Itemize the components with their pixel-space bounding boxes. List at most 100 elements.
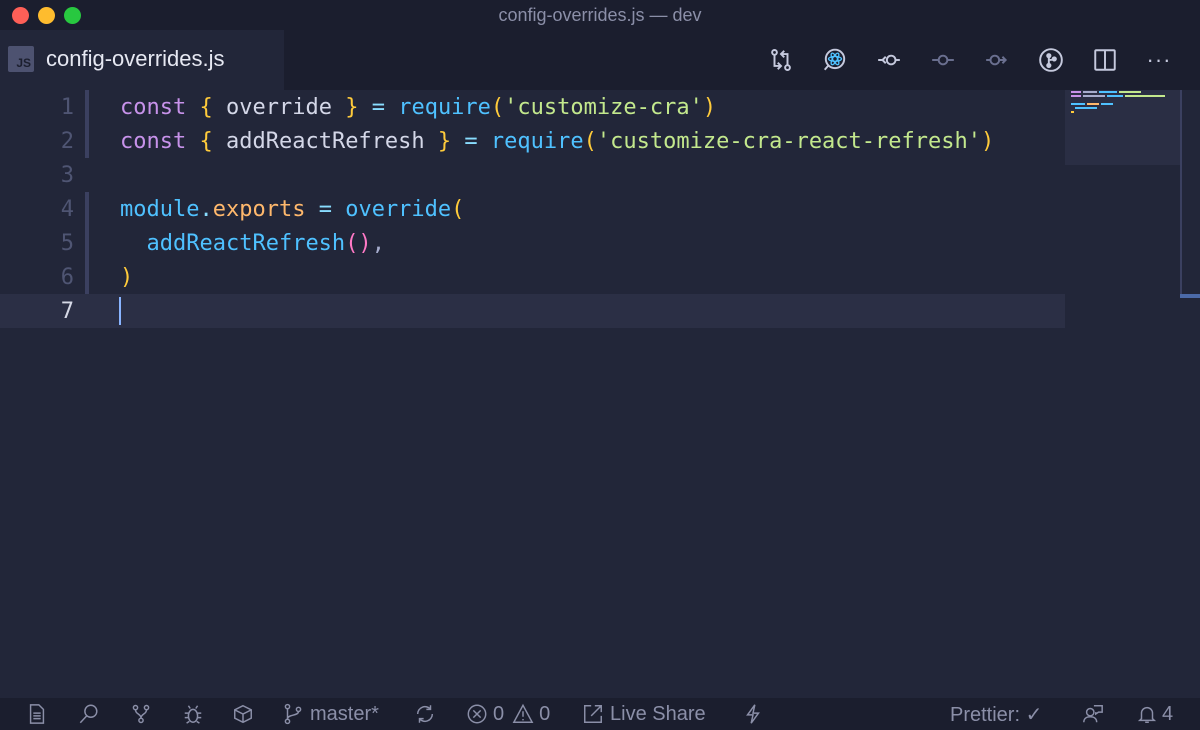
code-line[interactable]: 3: [0, 158, 1065, 192]
js-badge-label: JS: [16, 56, 31, 70]
code-line[interactable]: 2 const { addReactRefresh } = require('c…: [0, 124, 1065, 158]
minimap-line: [1071, 111, 1074, 113]
minimap[interactable]: [1065, 90, 1180, 165]
feedback-button[interactable]: [1082, 698, 1104, 730]
text-cursor: [119, 297, 121, 325]
lightning-icon: [746, 704, 760, 724]
branch-name: master*: [310, 702, 379, 725]
source-control-button[interactable]: [130, 698, 152, 730]
code-text: ): [120, 265, 133, 290]
debug-button[interactable]: [182, 698, 204, 730]
live-share-label: Live Share: [610, 702, 706, 725]
token: {: [186, 128, 226, 154]
token: }: [424, 128, 465, 154]
commit-button[interactable]: [916, 30, 970, 90]
js-file-icon: JS: [8, 46, 34, 72]
editor-actions: ···: [754, 30, 1186, 90]
react-search-button[interactable]: [808, 30, 862, 90]
minimap-line: [1083, 95, 1105, 97]
window-title: config-overrides.js — dev: [498, 4, 702, 25]
previous-commit-button[interactable]: [862, 30, 916, 90]
code-text: module.exports = override(: [120, 197, 464, 222]
error-count: 0: [493, 702, 505, 725]
token: ): [702, 94, 717, 120]
token: 'customize-cra-react-refresh': [596, 128, 981, 154]
token: override: [225, 94, 332, 120]
split-editor-icon: [1094, 49, 1116, 71]
editor[interactable]: 1 const { override } = require('customiz…: [0, 90, 1200, 698]
prettier-label: Prettier: ✓: [950, 703, 1043, 726]
react-search-icon: [823, 48, 846, 71]
more-actions-icon: ···: [1146, 47, 1172, 72]
current-code-line[interactable]: 7: [0, 294, 1065, 328]
token: =: [464, 128, 491, 154]
sync-button[interactable]: [414, 698, 436, 730]
line-number: 4: [60, 196, 74, 222]
file-icon: [29, 704, 45, 724]
token: addReactRefresh: [225, 128, 425, 154]
code-line[interactable]: 5 addReactRefresh(),: [0, 226, 1065, 260]
token: ,: [371, 230, 385, 256]
code-line[interactable]: 6 ): [0, 260, 1065, 294]
token: =: [305, 196, 346, 222]
token: const: [120, 128, 187, 154]
lightning-button[interactable]: [742, 698, 764, 730]
token: require: [398, 94, 491, 120]
minimap-line: [1075, 107, 1097, 109]
title-bar: config-overrides.js — dev: [0, 0, 1200, 30]
maximize-window-button[interactable]: [64, 7, 81, 24]
live-share-button[interactable]: Live Share: [582, 698, 706, 730]
token: .: [199, 196, 213, 222]
token: module: [120, 196, 200, 222]
go-back-commit-icon: [878, 54, 900, 66]
box-icon: [234, 704, 252, 724]
sync-icon: [416, 705, 434, 723]
search-icon: [79, 704, 98, 724]
notifications-button[interactable]: 4: [1136, 698, 1173, 730]
code-text: const { override } = require('customize-…: [120, 95, 716, 120]
minimap-line: [1071, 91, 1081, 93]
minimize-window-button[interactable]: [38, 7, 55, 24]
problems-indicator[interactable]: 0 0: [466, 698, 550, 730]
git-graph-button[interactable]: [1024, 30, 1078, 90]
minimap-line: [1101, 103, 1113, 105]
minimap-line: [1083, 91, 1097, 93]
token: ): [981, 128, 995, 154]
compare-changes-button[interactable]: [754, 30, 808, 90]
scrollbar-track[interactable]: [1180, 90, 1182, 298]
token: 'customize-cra': [504, 94, 703, 120]
warning-count: 0: [539, 702, 551, 725]
token: (: [451, 196, 465, 222]
extensions-button[interactable]: [232, 698, 254, 730]
minimap-line: [1107, 95, 1123, 97]
search-button[interactable]: [78, 698, 100, 730]
go-forward-commit-icon: [986, 54, 1008, 66]
more-actions-button[interactable]: ···: [1132, 30, 1186, 90]
prettier-button[interactable]: Prettier: ✓: [950, 698, 1042, 730]
line-number: 6: [60, 264, 74, 290]
tab-config-overrides[interactable]: JS config-overrides.js: [0, 30, 284, 90]
line-number: 5: [60, 230, 74, 256]
token: require: [490, 128, 584, 154]
line-number: 2: [60, 128, 74, 154]
token: addReactRefresh: [146, 230, 346, 256]
next-commit-button[interactable]: [970, 30, 1024, 90]
code-line[interactable]: 4 module.exports = override(: [0, 192, 1065, 226]
branch-indicator[interactable]: master*: [282, 698, 379, 730]
token: (: [583, 128, 597, 154]
source-control-icon: [132, 704, 150, 724]
close-window-button[interactable]: [12, 7, 29, 24]
minimap-line: [1071, 95, 1081, 97]
warning-icon: [512, 703, 534, 723]
split-editor-button[interactable]: [1078, 30, 1132, 90]
git-graph-icon: [1039, 48, 1063, 72]
explorer-button[interactable]: [26, 698, 48, 730]
code-line[interactable]: 1 const { override } = require('customiz…: [0, 90, 1065, 124]
minimap-line: [1119, 91, 1141, 93]
token: ): [120, 264, 134, 290]
bell-icon: [1137, 706, 1157, 723]
scrollbar-cursor-marker: [1180, 294, 1200, 298]
feedback-icon: [1083, 705, 1103, 723]
status-bar: master* 0 0 Live Share Prettier: ✓ 4: [0, 698, 1200, 730]
